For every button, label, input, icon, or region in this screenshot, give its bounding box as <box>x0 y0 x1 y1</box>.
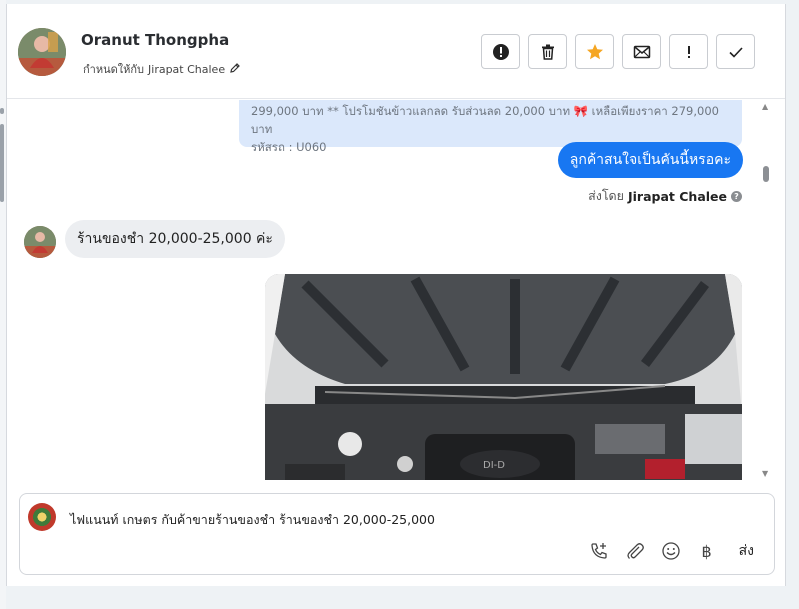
exclamation-icon <box>687 45 690 58</box>
composer-text[interactable]: ไฟแนนท์ เกษตร กับค้าขายร้านของชำ ร้านของ… <box>70 510 435 530</box>
send-button[interactable]: ส่ง <box>739 540 754 562</box>
assigned-prefix: กำหนดให้กับ <box>83 63 145 76</box>
star-icon <box>586 43 603 59</box>
important-button[interactable] <box>669 34 708 69</box>
quoted-message[interactable]: 299,000 บาท ** โปรโมชันข้าวแลกลด รับส่วน… <box>239 100 742 154</box>
scroll-down-arrow-icon[interactable]: ▼ <box>762 469 768 478</box>
message-composer[interactable]: ไฟแนนท์ เกษตร กับค้าขายร้านของชำ ร้านของ… <box>19 493 775 575</box>
quoted-line-1: 299,000 บาท ** โปรโมชันข้าวแลกลด รับส่วน… <box>251 104 719 136</box>
pencil-icon[interactable] <box>229 62 241 77</box>
alert-circle-icon <box>492 43 509 60</box>
sent-by-name: Jirapat Chalee <box>628 188 727 204</box>
contact-name: Oranut Thongpha <box>81 31 230 49</box>
sent-message-bubble[interactable]: ลูกค้าสนใจเป็นคันนี้หรอคะ <box>557 142 743 178</box>
trash-icon <box>541 44 554 60</box>
delete-button[interactable] <box>528 34 567 69</box>
attachment-icon[interactable] <box>625 541 645 561</box>
report-button[interactable] <box>481 34 520 69</box>
sender-avatar <box>24 226 56 258</box>
message-list: 299,000 บาท ** โปรโมชันข้าวแลกลด รับส่วน… <box>7 100 773 480</box>
svg-text:DI-D: DI-D <box>483 460 505 471</box>
baht-payment-icon[interactable]: ฿ <box>697 542 717 561</box>
emoji-icon[interactable] <box>661 541 681 561</box>
envelope-icon <box>633 45 650 58</box>
chat-panel: Oranut Thongpha กำหนดให้กับ Jirapat Chal… <box>6 4 786 586</box>
scroll-thumb[interactable] <box>763 166 769 182</box>
call-add-icon[interactable] <box>589 541 609 561</box>
composer-tools: ฿ ส่ง <box>589 540 754 562</box>
received-message-bubble[interactable]: ร้านของชำ 20,000-25,000 ค่ะ <box>65 220 285 258</box>
check-icon <box>728 46 743 58</box>
car-engine-photo[interactable]: DI-D <box>265 274 742 480</box>
composer-avatar <box>28 503 56 531</box>
conversation-toolbar <box>481 34 755 69</box>
edge-scrollbar[interactable] <box>0 124 4 202</box>
assignee-name: Jirapat Chalee <box>148 62 226 76</box>
help-icon[interactable]: ? <box>731 190 742 202</box>
contact-avatar[interactable] <box>18 28 66 76</box>
star-button[interactable] <box>575 34 614 69</box>
done-button[interactable] <box>716 34 755 69</box>
sent-by-label: ส่งโดย <box>588 188 624 203</box>
conversation-header: Oranut Thongpha กำหนดให้กับ Jirapat Chal… <box>7 4 785 99</box>
edge-tick <box>0 108 4 114</box>
assignee-line[interactable]: กำหนดให้กับ Jirapat Chalee <box>83 60 241 78</box>
sent-by-line: ส่งโดย Jirapat Chalee ? <box>588 186 742 206</box>
message-scrollbar[interactable]: ▲ ▼ <box>759 100 773 480</box>
scroll-up-arrow-icon[interactable]: ▲ <box>762 102 768 111</box>
mail-button[interactable] <box>622 34 661 69</box>
